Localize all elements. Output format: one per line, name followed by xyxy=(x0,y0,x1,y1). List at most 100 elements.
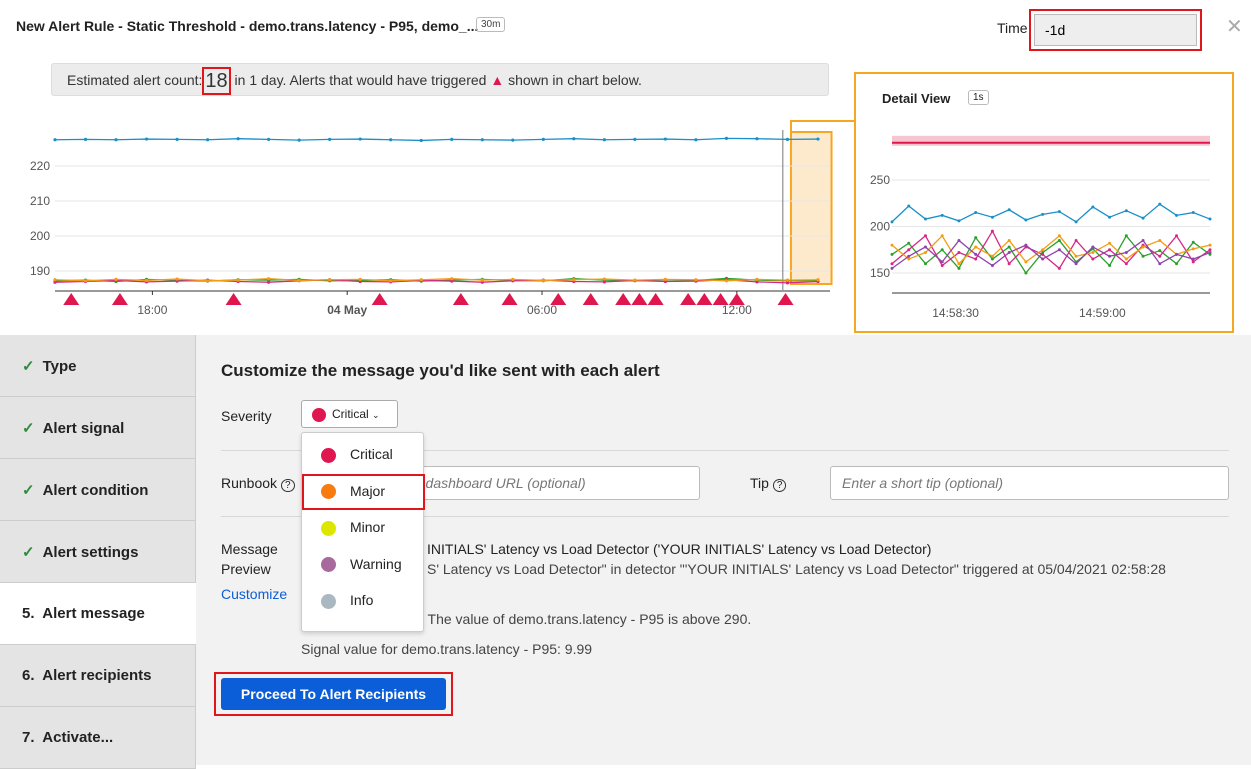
data-point xyxy=(1175,213,1179,217)
runbook-input[interactable]: r dashboard URL (optional) xyxy=(405,466,700,500)
data-point xyxy=(755,277,759,281)
preview-label: Preview xyxy=(221,561,271,577)
severity-option-info[interactable]: Info xyxy=(302,583,425,619)
main-chart[interactable]: 190 200 210 220 18:00 04 May 06:00 12:00 xyxy=(0,100,850,330)
severity-option-critical[interactable]: Critical xyxy=(302,437,425,473)
critical-dot-icon xyxy=(312,407,326,422)
sidebar-step[interactable]: ✓ Alert condition xyxy=(0,459,196,521)
tip-label: Tip ? xyxy=(750,475,787,492)
tip-input[interactable]: Enter a short tip (optional) xyxy=(830,466,1229,500)
data-point xyxy=(480,138,484,142)
data-point xyxy=(907,248,911,252)
severity-dot-icon xyxy=(321,520,336,536)
data-point xyxy=(957,262,961,266)
severity-option-major[interactable]: Major xyxy=(302,473,425,510)
data-point xyxy=(1091,205,1095,209)
alert-count: 18 xyxy=(202,67,231,96)
time-range-input[interactable] xyxy=(1034,14,1197,46)
data-point xyxy=(1191,260,1195,264)
sidebar-step[interactable]: ✓ Alert settings xyxy=(0,521,196,583)
data-point xyxy=(1057,238,1061,242)
data-point xyxy=(83,279,88,283)
data-point xyxy=(1158,254,1162,258)
severity-dot-icon xyxy=(321,593,336,609)
detail-view-panel: Detail View 1s 150 200 250 14:58:30 14:59:00 xyxy=(854,72,1234,333)
data-point xyxy=(1175,262,1179,266)
alert-triangle xyxy=(615,293,632,305)
data-point xyxy=(1007,262,1011,266)
data-point xyxy=(1041,257,1045,261)
customize-link[interactable]: Customize xyxy=(221,586,287,602)
data-point xyxy=(1024,243,1028,247)
data-point xyxy=(923,251,927,255)
data-point xyxy=(990,254,994,258)
data-point xyxy=(450,137,454,141)
detail-chart[interactable]: 150 200 250 14:58:30 14:59:00 xyxy=(856,114,1232,329)
alert-triangle-icon: ▲ xyxy=(490,72,505,88)
data-point xyxy=(1191,247,1195,251)
data-point xyxy=(1108,264,1112,268)
check-icon: ✓ xyxy=(22,420,35,437)
data-point xyxy=(144,278,149,283)
preview-signal-line: Signal value for demo.trans.latency - P9… xyxy=(301,641,593,657)
severity-dropdown[interactable]: Critical ⌄ xyxy=(301,400,398,428)
help-icon[interactable]: ? xyxy=(772,479,787,492)
data-point xyxy=(297,278,301,283)
data-point xyxy=(1124,262,1128,266)
data-point xyxy=(1141,245,1145,249)
data-point xyxy=(480,278,484,282)
series-line xyxy=(891,203,1211,223)
data-point xyxy=(1041,248,1045,252)
data-point xyxy=(990,215,994,219)
alert-triangle xyxy=(777,293,794,305)
detail-view-title: Detail View xyxy=(882,91,951,106)
sidebar-step[interactable]: ✓ Type xyxy=(0,335,196,397)
data-point xyxy=(907,204,911,208)
sidebar-step[interactable]: 5. Alert message xyxy=(0,583,196,645)
data-point xyxy=(940,213,944,217)
close-icon[interactable]: ✕ xyxy=(1226,14,1243,39)
x-tick-label: 12:00 xyxy=(722,303,752,317)
sidebar-step[interactable]: 7. Activate... xyxy=(0,707,196,769)
resolution-badge: 30m xyxy=(476,17,506,32)
data-point xyxy=(1175,252,1179,256)
severity-option-label: Minor xyxy=(350,519,386,535)
sidebar-step[interactable]: 6. Alert recipients xyxy=(0,645,196,707)
help-icon[interactable]: ? xyxy=(280,479,295,492)
data-point xyxy=(1124,234,1128,238)
data-point xyxy=(974,236,978,240)
data-point xyxy=(1141,238,1145,242)
severity-label: Severity xyxy=(221,408,272,424)
data-point xyxy=(419,278,423,282)
y-tick-label: 200 xyxy=(870,220,890,234)
sidebar-step-label: Alert signal xyxy=(42,420,125,437)
data-point xyxy=(419,138,423,143)
severity-option-minor[interactable]: Minor xyxy=(302,510,425,546)
data-point xyxy=(1091,257,1095,261)
alert-triangle xyxy=(712,293,729,305)
data-point xyxy=(1158,202,1162,206)
x-tick-label: 14:58:30 xyxy=(932,306,979,320)
severity-option-warning[interactable]: Warning xyxy=(302,547,425,583)
sidebar-step-label: Alert condition xyxy=(42,482,149,499)
data-point xyxy=(1057,234,1061,238)
sidebar-step-label: 5. Alert message xyxy=(22,605,145,622)
data-point xyxy=(328,137,332,141)
severity-dot-icon xyxy=(321,447,336,463)
data-point xyxy=(940,234,944,238)
check-icon: ✓ xyxy=(22,358,35,375)
data-point xyxy=(1108,248,1112,252)
data-point xyxy=(389,138,393,142)
banner-suffix: in 1 day. Alerts that would have trigger… xyxy=(234,72,487,88)
data-point xyxy=(694,138,698,142)
alert-triangle xyxy=(550,293,567,305)
y-tick-label: 210 xyxy=(30,194,50,208)
sidebar-step-label: Alert settings xyxy=(42,544,139,561)
data-point xyxy=(1041,252,1045,256)
data-point xyxy=(957,219,961,223)
sidebar-step[interactable]: ✓ Alert signal xyxy=(0,397,196,459)
data-point xyxy=(1191,211,1195,215)
data-point xyxy=(389,279,393,283)
time-label: Time xyxy=(997,20,1028,36)
proceed-to-recipients-button[interactable]: Proceed To Alert Recipients xyxy=(221,678,446,710)
